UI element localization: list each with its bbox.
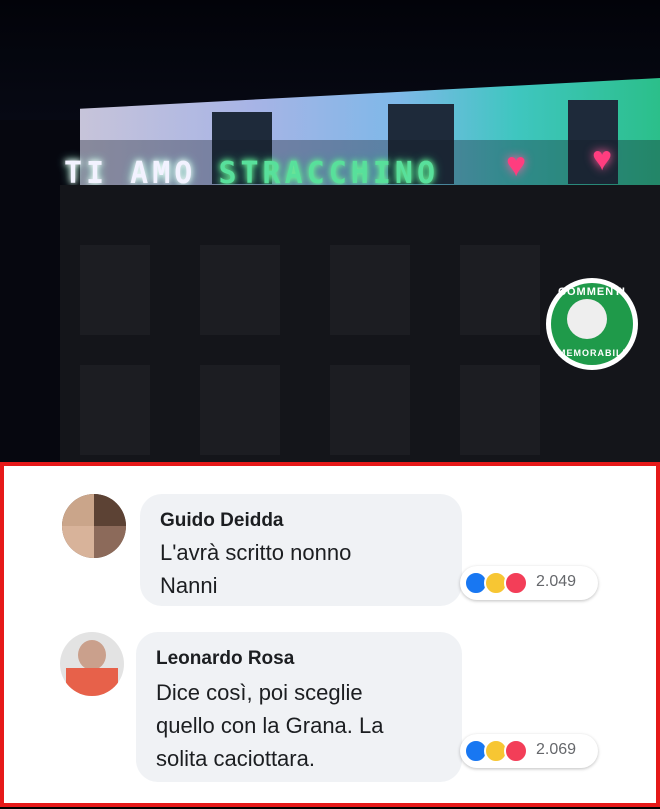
comment-text: L'avrà scritto nonno Nanni xyxy=(160,536,351,602)
watermark-top-text: COMMENTI xyxy=(558,286,626,298)
comment-line: solita caciottara. xyxy=(156,746,315,771)
comment-line: L'avrà scritto nonno xyxy=(160,540,352,565)
comment-line: Nanni xyxy=(160,573,218,598)
comment-line: quello con la Grana. La xyxy=(156,713,384,738)
avatar[interactable] xyxy=(60,632,124,696)
night-building-photo: TI AMO STRACCHINO ♥ ♥ COMMENTI MEMORABIL… xyxy=(0,0,660,462)
comment-author[interactable]: Guido Deidda xyxy=(160,510,284,532)
comment-author[interactable]: Leonardo Rosa xyxy=(156,648,294,670)
comment-bubble: Leonardo Rosa Dice così, poi sceglie que… xyxy=(136,632,462,782)
comment-text: Dice così, poi sceglie quello con la Gra… xyxy=(156,676,384,775)
reaction-count: 2.069 xyxy=(536,741,577,758)
comment-bubble: Guido Deidda L'avrà scritto nonno Nanni xyxy=(140,494,462,606)
watermark-bottom-text: MEMORABILI xyxy=(558,348,626,358)
reactions-summary[interactable]: 2.069 xyxy=(460,734,598,768)
comments-panel: Guido Deidda L'avrà scritto nonno Nanni … xyxy=(0,462,660,807)
reaction-count: 2.049 xyxy=(536,573,577,590)
led-heart-icon: ♥ xyxy=(592,140,613,178)
love-icon xyxy=(504,739,528,763)
bearded-face-icon xyxy=(567,299,607,339)
watermark-logo: COMMENTI MEMORABILI xyxy=(546,278,638,370)
led-heart-icon: ♥ xyxy=(506,146,527,184)
love-icon xyxy=(504,571,528,595)
reactions-summary[interactable]: 2.049 xyxy=(460,566,598,600)
avatar[interactable] xyxy=(62,494,126,558)
comment-line: Dice così, poi sceglie xyxy=(156,680,363,705)
